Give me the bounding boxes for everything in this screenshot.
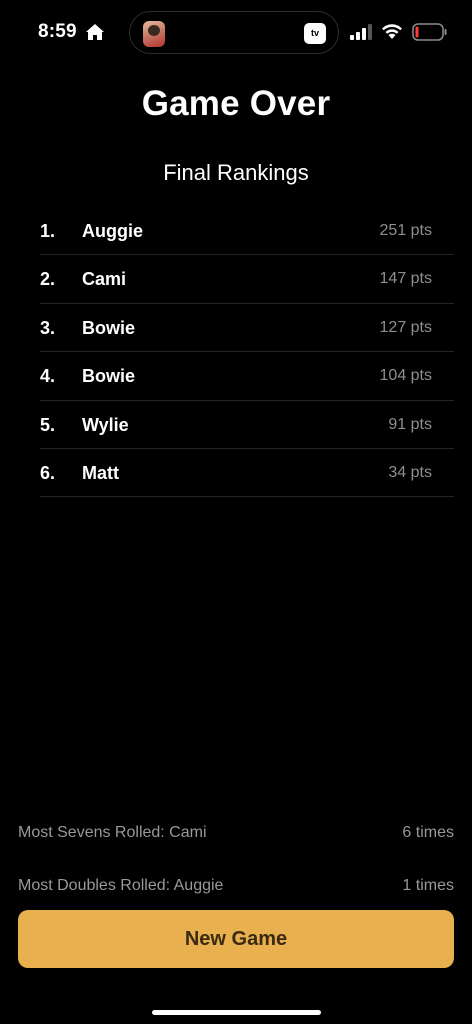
player-points: 147 pts: [379, 270, 432, 288]
status-bar: 8:59 tv: [0, 0, 472, 64]
player-name: Matt: [82, 462, 119, 483]
stat-row: Most Sevens Rolled: Cami 6 times: [18, 818, 454, 871]
appletv-label: tv: [310, 28, 319, 38]
home-icon: [86, 24, 104, 40]
player-points: 127 pts: [379, 318, 432, 336]
rank-number: 2.: [40, 269, 56, 290]
rank-number: 1.: [40, 221, 56, 241]
rank-number: 3.: [40, 317, 56, 338]
player-points: 251 pts: [379, 222, 432, 239]
ranking-row: 5. Wylie 91 pts: [40, 401, 454, 449]
status-time: 8:59: [38, 21, 77, 42]
rank-number: 4.: [40, 366, 56, 387]
player-name: Auggie: [82, 221, 143, 241]
rankings-list: 1. Auggie 251 pts 2. Cami 147 pts 3. Bow…: [40, 207, 454, 498]
ranking-row: 2. Cami 147 pts: [40, 255, 454, 304]
new-game-button[interactable]: New Game: [18, 910, 454, 968]
player-points: 104 pts: [379, 367, 432, 385]
cellular-signal-icon: [350, 24, 372, 40]
game-over-screen: 8:59 tv Game Over Final Rankings 1. Augg…: [0, 0, 472, 1024]
now-playing-artwork: [143, 21, 165, 47]
stat-value: 1 times: [402, 877, 454, 894]
page-title: Game Over: [141, 84, 331, 123]
dynamic-island[interactable]: tv: [129, 11, 339, 54]
player-points: 34 pts: [388, 463, 432, 481]
player-name: Bowie: [82, 366, 136, 387]
wifi-icon: [382, 24, 402, 39]
ranking-row: 3. Bowie 127 pts: [40, 304, 454, 353]
player-points: 91 pts: [388, 415, 432, 433]
ranking-row: 6. Matt 34 pts: [40, 449, 454, 498]
home-indicator[interactable]: [152, 1010, 321, 1015]
player-name: Bowie: [82, 317, 136, 338]
rank-number: 6.: [40, 462, 56, 483]
ranking-row: 1. Auggie 251 pts: [40, 207, 454, 256]
player-name: Wylie: [82, 414, 129, 435]
stat-label: Most Doubles Rolled: Auggie: [18, 877, 224, 894]
stat-label: Most Sevens Rolled: Cami: [18, 824, 207, 841]
player-name: Cami: [82, 269, 127, 290]
game-stats: Most Sevens Rolled: Cami 6 times Most Do…: [18, 818, 454, 924]
rank-number: 5.: [40, 414, 56, 435]
stat-value: 6 times: [402, 824, 454, 841]
ranking-row: 4. Bowie 104 pts: [40, 352, 454, 401]
battery-icon: [412, 23, 447, 41]
appletv-icon: tv: [304, 23, 326, 44]
final-rankings-heading: Final Rankings: [163, 160, 309, 185]
